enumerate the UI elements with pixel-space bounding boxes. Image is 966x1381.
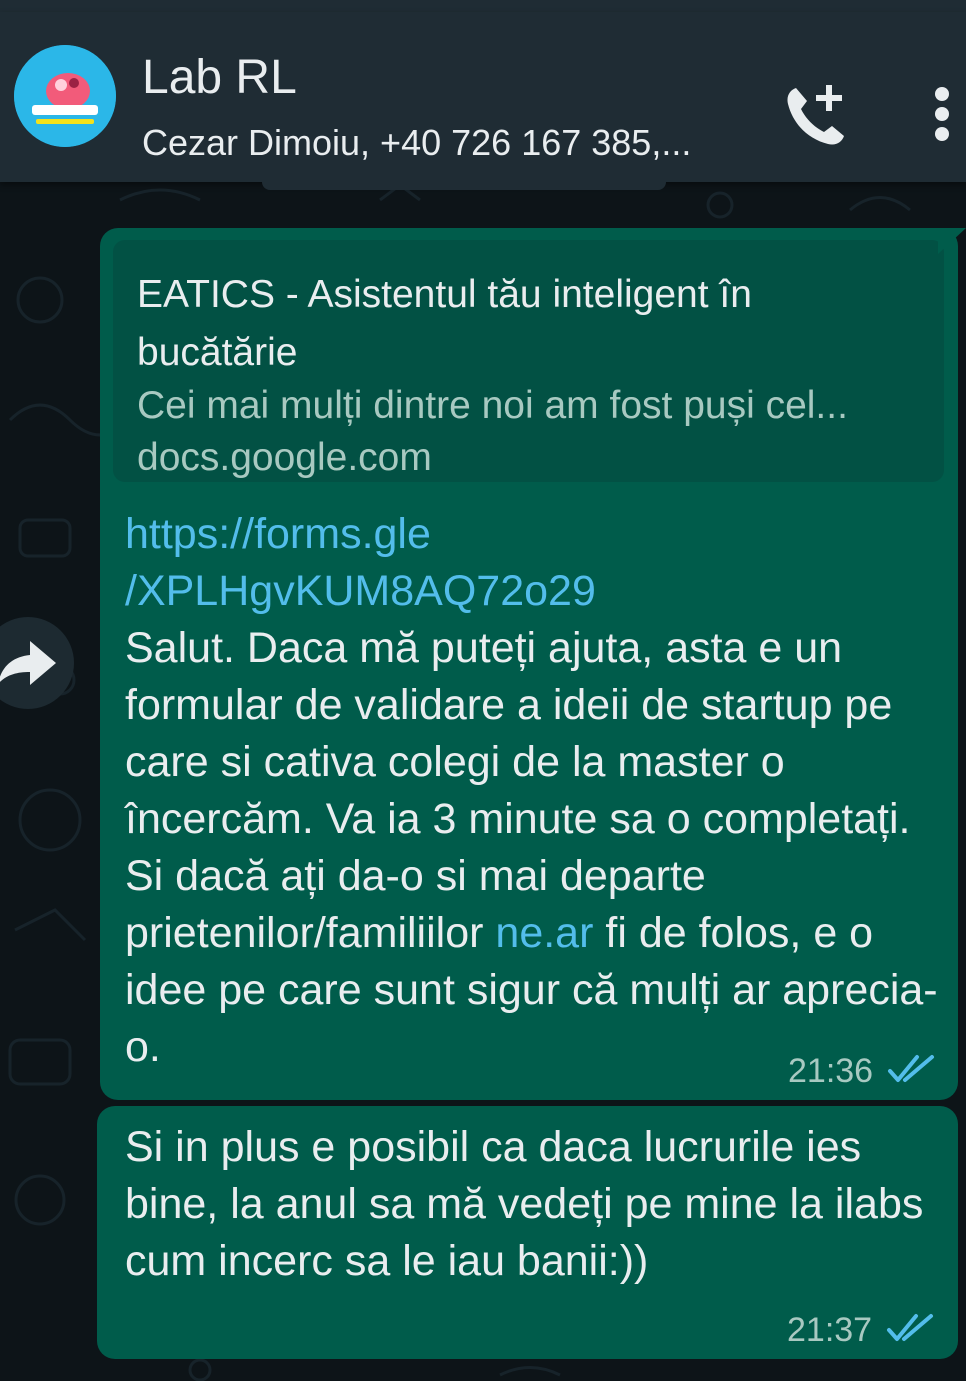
chat-participants[interactable]: Cezar Dimoiu, +40 726 167 385,... (142, 122, 691, 164)
message-text-part: Salut. Daca mă puteți ajuta, asta e un f… (125, 624, 911, 957)
group-avatar[interactable] (14, 45, 116, 147)
sticky-date-edge (262, 182, 666, 190)
double-check-icon (887, 1314, 933, 1341)
forward-button[interactable] (0, 617, 74, 709)
outgoing-message[interactable]: Si in plus e posibil ca daca lucrurile i… (97, 1106, 958, 1359)
status-bar (0, 0, 966, 12)
chat-header[interactable]: Lab RL Cezar Dimoiu, +40 726 167 385,... (0, 12, 966, 182)
bubble-tail (938, 228, 966, 254)
double-check-icon (888, 1055, 934, 1082)
more-vert-icon (935, 87, 949, 141)
link-preview-title: EATICS - Asistentul tău inteligent în bu… (137, 273, 752, 374)
message-time: 21:37 (787, 1311, 873, 1349)
add-call-button[interactable] (782, 78, 852, 148)
message-link[interactable]: https://forms.gle (125, 510, 431, 558)
chat-title[interactable]: Lab RL (142, 50, 297, 105)
link-preview-domain: docs.google.com (137, 436, 432, 479)
inline-link[interactable]: ne.ar (495, 909, 593, 957)
message-text: Si in plus e posibil ca daca lucrurile i… (125, 1123, 924, 1285)
link-preview[interactable]: EATICS - Asistentul tău inteligent în bu… (113, 240, 944, 482)
message-link-continued[interactable]: /XPLHgvKUM8AQ72o29 (125, 567, 596, 615)
more-options-button[interactable] (922, 78, 962, 148)
message-text: https://forms.gle /XPLHgvKUM8AQ72o29 Sal… (125, 506, 945, 1076)
outgoing-message[interactable]: EATICS - Asistentul tău inteligent în bu… (100, 228, 958, 1100)
add-call-icon (787, 85, 844, 145)
link-preview-description: Cei mai mulți dintre noi am fost puși ce… (137, 384, 848, 427)
forward-icon (0, 641, 56, 685)
message-time: 21:36 (788, 1052, 874, 1090)
